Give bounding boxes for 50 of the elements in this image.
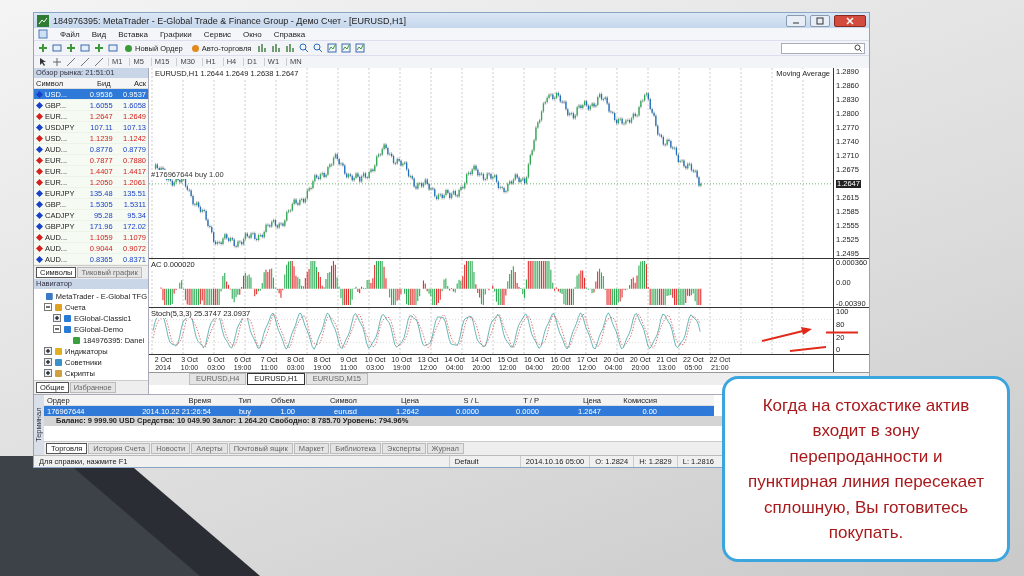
close-button[interactable] [834,14,866,27]
indicator-icon [54,346,63,356]
chart-icon[interactable] [355,43,366,53]
line-icon[interactable] [80,57,90,67]
zoom-icon[interactable] [299,43,310,53]
line-icon[interactable] [66,57,76,67]
menu-item[interactable]: Окно [243,29,262,39]
cursor-icon[interactable] [38,57,48,67]
expand-icon[interactable] [44,358,52,366]
zoom-icon[interactable] [313,43,324,53]
search-field[interactable] [781,42,865,54]
menu-item[interactable]: Вид [91,29,107,39]
bar-chart-icon[interactable] [285,43,296,53]
menu-item[interactable]: Файл [60,29,80,39]
account-icon [72,335,81,345]
chart-icon[interactable] [327,43,338,53]
window-icon[interactable] [80,43,90,53]
script-icon [54,368,63,378]
menu-item[interactable]: Сервис [203,29,232,39]
plus-icon[interactable] [94,43,104,53]
minimize-button[interactable] [786,14,806,27]
plus-icon[interactable] [66,43,76,53]
marker-line [826,331,858,334]
maximize-button[interactable] [810,14,830,27]
window-title: 184976395: MetaTrader - E-Global Trade & Finance Group - Демо Счет - [EURUSD,H1] [53,15,406,26]
close-icon [846,16,854,25]
circle-icon [124,43,133,53]
expand-icon[interactable] [53,314,61,322]
line-icon[interactable] [94,57,104,67]
folder-icon [54,302,63,312]
expand-icon[interactable] [44,347,52,355]
circle-icon [190,43,200,53]
expand-icon[interactable] [44,369,52,377]
app-icon [45,291,54,301]
menu-item[interactable]: Справка [273,29,306,39]
window-icon[interactable] [108,43,118,53]
maximize-icon [816,16,824,25]
plus-icon[interactable] [38,43,48,53]
menu-item[interactable]: Графики [159,29,192,39]
collapse-icon[interactable] [53,325,61,333]
marker-line [790,346,826,352]
collapse-icon[interactable] [44,303,52,311]
arrow-drawing [761,326,813,342]
bar-chart-icon[interactable] [257,43,268,53]
menu-item[interactable]: Вставка [118,29,148,39]
search-icon [854,44,862,52]
chart-icon[interactable] [341,43,352,53]
bar-chart-icon[interactable] [271,43,282,53]
crosshair-icon[interactable] [52,57,62,67]
expert-icon [54,357,63,367]
